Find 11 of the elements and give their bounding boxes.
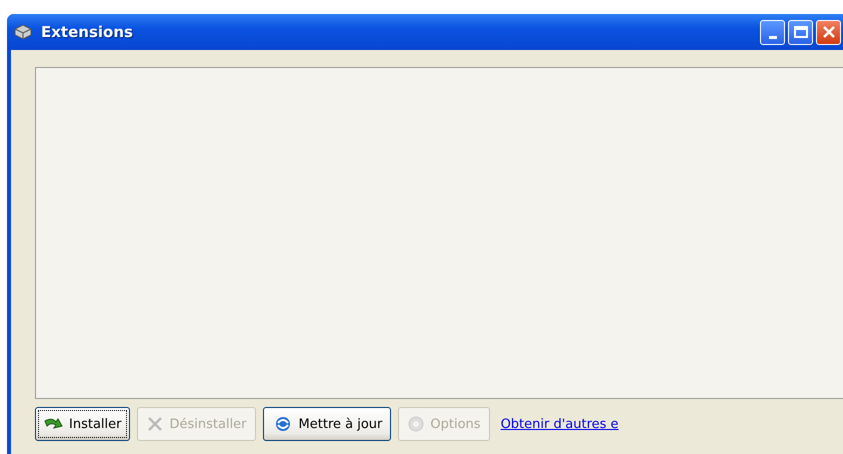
get-more-link[interactable]: Obtenir d'autres e [500, 416, 619, 432]
update-button[interactable]: Mettre à jour [262, 407, 392, 441]
maximize-button[interactable] [788, 20, 813, 44]
close-icon [822, 25, 836, 39]
minimize-icon [768, 36, 776, 38]
cross-icon [146, 416, 164, 432]
install-button[interactable]: Installer [35, 407, 130, 441]
minimize-button[interactable] [760, 20, 785, 44]
window-title: Extensions [41, 23, 133, 41]
close-button[interactable] [816, 20, 841, 44]
maximize-icon [794, 26, 808, 38]
